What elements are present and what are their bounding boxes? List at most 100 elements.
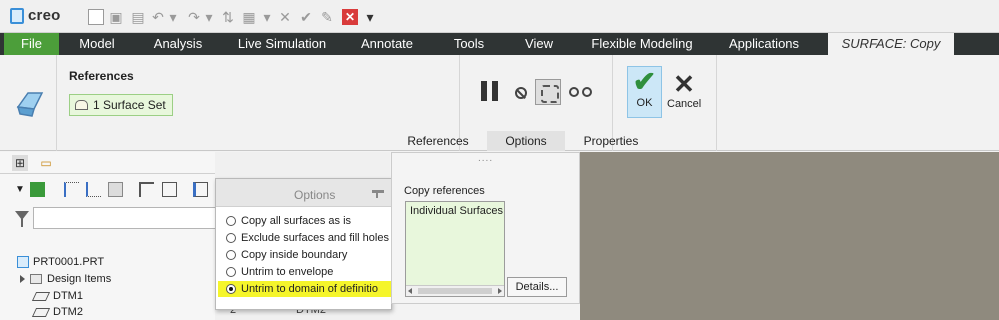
- surface-set-collector[interactable]: 1 Surface Set: [69, 94, 173, 116]
- scroll-thumb[interactable]: [418, 288, 492, 294]
- option-label: Untrim to envelope: [241, 266, 334, 278]
- show-tree-icon[interactable]: [64, 182, 79, 197]
- settings-icon[interactable]: [162, 182, 177, 197]
- creo-logo: creo: [10, 7, 61, 24]
- subtab-properties[interactable]: Properties: [570, 131, 652, 151]
- options-dropdown-header: Options: [216, 179, 391, 207]
- subtab-references[interactable]: References: [404, 131, 472, 151]
- collapse-tree-icon[interactable]: [86, 182, 101, 197]
- exit-icon[interactable]: ✕: [342, 9, 358, 25]
- ribbon-separator: [716, 55, 717, 151]
- search-row: [0, 207, 223, 231]
- close-icon: ✕: [673, 69, 695, 99]
- tree-item-dtm2[interactable]: DTM2: [31, 306, 83, 318]
- tree-filter-icon[interactable]: [108, 182, 123, 197]
- radio-button[interactable]: [226, 250, 236, 260]
- edit-icon[interactable]: ✎: [319, 9, 335, 25]
- verify-glasses-button[interactable]: [569, 87, 595, 99]
- radio-button-selected[interactable]: [226, 284, 236, 294]
- redo-dropdown-icon[interactable]: ▾: [204, 9, 214, 25]
- ribbon-tabs: File Model Analysis Live Simulation Anno…: [0, 33, 999, 55]
- model-tree-panel: ⊞ ▭ ▼ PRT0001.PRT Design Items DTM1 DTM2: [0, 152, 223, 320]
- option-exclude-surfaces[interactable]: Exclude surfaces and fill holes: [226, 230, 391, 246]
- ok-label: OK: [636, 97, 653, 109]
- ribbon-separator: [56, 55, 57, 151]
- layer-tree-icon[interactable]: [193, 182, 208, 197]
- radio-button[interactable]: [226, 216, 236, 226]
- folder-browser-tab-icon[interactable]: ▭: [38, 155, 54, 171]
- tree-columns-icon[interactable]: [139, 182, 154, 197]
- tree-root-label: PRT0001.PRT: [33, 256, 105, 268]
- regenerate-icon[interactable]: ⇅: [220, 9, 236, 25]
- copy-references-label: Copy references: [404, 185, 485, 197]
- tab-applications[interactable]: Applications: [719, 33, 809, 55]
- tab-annotate[interactable]: Annotate: [350, 33, 424, 55]
- expand-dropdown-icon[interactable]: ▼: [15, 182, 25, 197]
- horizontal-scrollbar[interactable]: [406, 285, 504, 296]
- no-preview-button[interactable]: [515, 87, 527, 99]
- options-panel: .... Copy references Individual Surfaces…: [391, 152, 580, 304]
- open-file-icon[interactable]: ▣: [108, 9, 124, 25]
- preview-button[interactable]: [535, 79, 561, 105]
- surface-copy-icon: [16, 92, 44, 117]
- folder-icon: [30, 274, 42, 284]
- graphics-area[interactable]: [580, 152, 999, 320]
- tab-view[interactable]: View: [514, 33, 564, 55]
- tree-toolbar: ▼: [0, 179, 215, 201]
- surface-set-label: 1 Surface Set: [93, 98, 166, 112]
- tree-item-label: DTM2: [53, 306, 83, 318]
- tab-file[interactable]: File: [4, 33, 59, 55]
- tree-item-dtm1[interactable]: DTM1: [31, 290, 83, 302]
- customize-qat-icon[interactable]: ▾: [364, 9, 376, 25]
- check-icon: ✔: [632, 66, 657, 97]
- options-dropdown-title: Options: [294, 188, 336, 202]
- windows-icon[interactable]: ▦: [241, 9, 257, 25]
- part-icon[interactable]: [30, 182, 45, 197]
- new-file-icon[interactable]: [88, 9, 104, 25]
- copy-references-list[interactable]: Individual Surfaces: [405, 201, 505, 297]
- option-label: Copy inside boundary: [241, 249, 348, 261]
- windows-dropdown-icon[interactable]: ▾: [262, 9, 272, 25]
- tab-surface-copy[interactable]: SURFACE: Copy: [828, 33, 954, 55]
- ok-button[interactable]: ✔ OK: [627, 66, 662, 118]
- option-untrim-envelope[interactable]: Untrim to envelope: [226, 264, 391, 280]
- save-icon[interactable]: ▤: [130, 9, 146, 25]
- subtab-options[interactable]: Options: [487, 131, 565, 151]
- panel-grip[interactable]: ....: [478, 153, 493, 164]
- filter-funnel-icon[interactable]: [15, 211, 29, 227]
- option-copy-inside-boundary[interactable]: Copy inside boundary: [226, 247, 391, 263]
- options-dropdown: Options Copy all surfaces as is Exclude …: [215, 178, 392, 310]
- datum-plane-icon: [31, 307, 51, 317]
- search-input[interactable]: [33, 207, 223, 229]
- tab-analysis[interactable]: Analysis: [142, 33, 214, 55]
- tab-tools[interactable]: Tools: [440, 33, 498, 55]
- tree-item-design-items[interactable]: Design Items: [20, 273, 111, 285]
- scroll-left-icon[interactable]: [408, 288, 412, 294]
- tree-root[interactable]: PRT0001.PRT: [17, 256, 104, 268]
- radio-button[interactable]: [226, 267, 236, 277]
- expand-arrow-icon[interactable]: [20, 275, 25, 283]
- list-item[interactable]: Individual Surfaces: [410, 205, 503, 217]
- pause-icon: [481, 81, 487, 101]
- tab-live-simulation[interactable]: Live Simulation: [226, 33, 338, 55]
- undo-icon[interactable]: ↶: [150, 9, 166, 25]
- model-tree-tab-icon[interactable]: ⊞: [12, 155, 28, 171]
- option-copy-all-surfaces[interactable]: Copy all surfaces as is: [226, 213, 391, 229]
- tab-flexible-modeling[interactable]: Flexible Modeling: [583, 33, 701, 55]
- pin-icon[interactable]: [372, 190, 384, 198]
- option-label: Exclude surfaces and fill holes: [241, 232, 389, 244]
- cancel-button[interactable]: ✕ Cancel: [667, 71, 701, 110]
- option-untrim-domain[interactable]: Untrim to domain of definitio: [218, 281, 391, 297]
- pause-button[interactable]: [481, 81, 498, 101]
- radio-button[interactable]: [226, 233, 236, 243]
- surface-icon: [75, 100, 88, 110]
- undo-dropdown-icon[interactable]: ▾: [168, 9, 178, 25]
- app-name: creo: [28, 7, 61, 24]
- ribbon: References 1 Surface Set ✔ OK ✕ Cancel R…: [0, 55, 999, 151]
- details-button[interactable]: Details...: [507, 277, 567, 297]
- redo-icon[interactable]: ↷: [186, 9, 202, 25]
- tab-model[interactable]: Model: [62, 33, 132, 55]
- close-window-icon[interactable]: ✕: [277, 9, 293, 25]
- scroll-right-icon[interactable]: [498, 288, 502, 294]
- check-icon[interactable]: ✔: [298, 9, 314, 25]
